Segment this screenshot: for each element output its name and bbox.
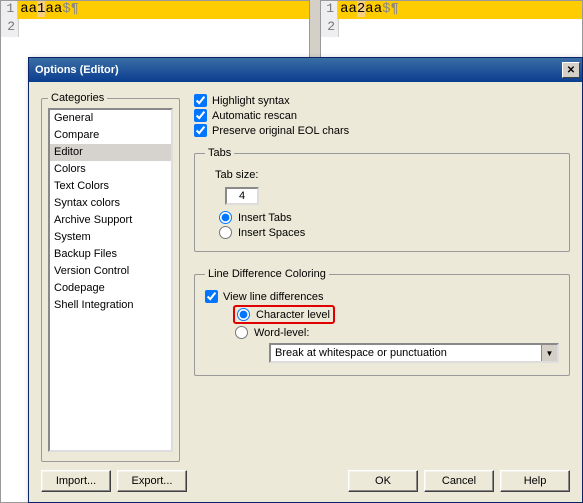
checkbox-label: Preserve original EOL chars bbox=[212, 125, 349, 137]
insert-spaces-radio[interactable]: Insert Spaces bbox=[205, 226, 559, 239]
ldc-legend: Line Difference Coloring bbox=[205, 268, 329, 280]
radio[interactable] bbox=[237, 308, 250, 321]
combo-text: Break at whitespace or punctuation bbox=[271, 345, 541, 361]
import-button[interactable]: Import... bbox=[41, 470, 111, 492]
radio[interactable] bbox=[219, 211, 232, 224]
tab-size-label: Tab size: bbox=[215, 169, 258, 181]
titlebar[interactable]: Options (Editor) ✕ bbox=[29, 58, 582, 82]
list-item[interactable]: Text Colors bbox=[50, 178, 171, 195]
radio[interactable] bbox=[219, 226, 232, 239]
checkbox[interactable] bbox=[194, 109, 207, 122]
radio-label: Word-level: bbox=[254, 327, 309, 339]
tab-size-input[interactable] bbox=[225, 187, 259, 205]
line-number: 2 bbox=[321, 19, 339, 37]
preserve-eol-check[interactable]: Preserve original EOL chars bbox=[194, 124, 570, 137]
tabs-group: Tabs Tab size: Insert Tabs Insert Spaces bbox=[194, 147, 570, 252]
character-level-highlight: Character level bbox=[233, 305, 335, 324]
radio-label: Insert Spaces bbox=[238, 227, 305, 239]
line-text: aa2aa$¶ bbox=[338, 1, 582, 19]
list-item[interactable]: Colors bbox=[50, 161, 171, 178]
automatic-rescan-check[interactable]: Automatic rescan bbox=[194, 109, 570, 122]
insert-tabs-radio[interactable]: Insert Tabs bbox=[205, 211, 559, 224]
checkbox-label: Automatic rescan bbox=[212, 110, 297, 122]
list-item[interactable]: Editor bbox=[50, 144, 171, 161]
radio-label: Character level bbox=[256, 309, 330, 321]
checkbox-label: Highlight syntax bbox=[212, 95, 290, 107]
ok-button[interactable]: OK bbox=[348, 470, 418, 492]
highlight-syntax-check[interactable]: Highlight syntax bbox=[194, 94, 570, 107]
checkbox-label: View line differences bbox=[223, 291, 324, 303]
view-line-diff-check[interactable]: View line differences bbox=[205, 290, 559, 303]
chevron-down-icon[interactable]: ▼ bbox=[541, 345, 557, 361]
dialog-title: Options (Editor) bbox=[35, 64, 119, 76]
close-icon[interactable]: ✕ bbox=[562, 62, 580, 78]
radio-label: Insert Tabs bbox=[238, 212, 292, 224]
line-number: 2 bbox=[1, 19, 19, 37]
word-level-combo[interactable]: Break at whitespace or punctuation ▼ bbox=[269, 343, 559, 363]
line-number: 1 bbox=[1, 1, 18, 19]
dialog-button-row: Import... Export... OK Cancel Help bbox=[41, 470, 570, 492]
line-text: aa1aa$¶ bbox=[18, 1, 309, 19]
word-level-radio[interactable]: Word-level: bbox=[221, 326, 559, 339]
character-level-radio[interactable]: Character level bbox=[235, 308, 330, 321]
list-item[interactable]: Syntax colors bbox=[50, 195, 171, 212]
cancel-button[interactable]: Cancel bbox=[424, 470, 494, 492]
options-dialog: Options (Editor) ✕ Categories GeneralCom… bbox=[28, 57, 583, 503]
list-item[interactable]: General bbox=[50, 110, 171, 127]
radio[interactable] bbox=[235, 326, 248, 339]
checkbox[interactable] bbox=[194, 94, 207, 107]
list-item[interactable]: Codepage bbox=[50, 280, 171, 297]
checkbox[interactable] bbox=[205, 290, 218, 303]
list-item[interactable]: System bbox=[50, 229, 171, 246]
categories-listbox[interactable]: GeneralCompareEditorColorsText ColorsSyn… bbox=[48, 108, 173, 452]
export-button[interactable]: Export... bbox=[117, 470, 187, 492]
list-item[interactable]: Compare bbox=[50, 127, 171, 144]
list-item[interactable]: Version Control bbox=[50, 263, 171, 280]
checkbox[interactable] bbox=[194, 124, 207, 137]
categories-legend: Categories bbox=[48, 92, 107, 104]
list-item[interactable]: Archive Support bbox=[50, 212, 171, 229]
tabs-legend: Tabs bbox=[205, 147, 234, 159]
list-item[interactable]: Backup Files bbox=[50, 246, 171, 263]
line-diff-coloring-group: Line Difference Coloring View line diffe… bbox=[194, 268, 570, 376]
categories-group: Categories GeneralCompareEditorColorsTex… bbox=[41, 92, 180, 462]
help-button[interactable]: Help bbox=[500, 470, 570, 492]
list-item[interactable]: Shell Integration bbox=[50, 297, 171, 314]
line-number: 1 bbox=[321, 1, 338, 19]
